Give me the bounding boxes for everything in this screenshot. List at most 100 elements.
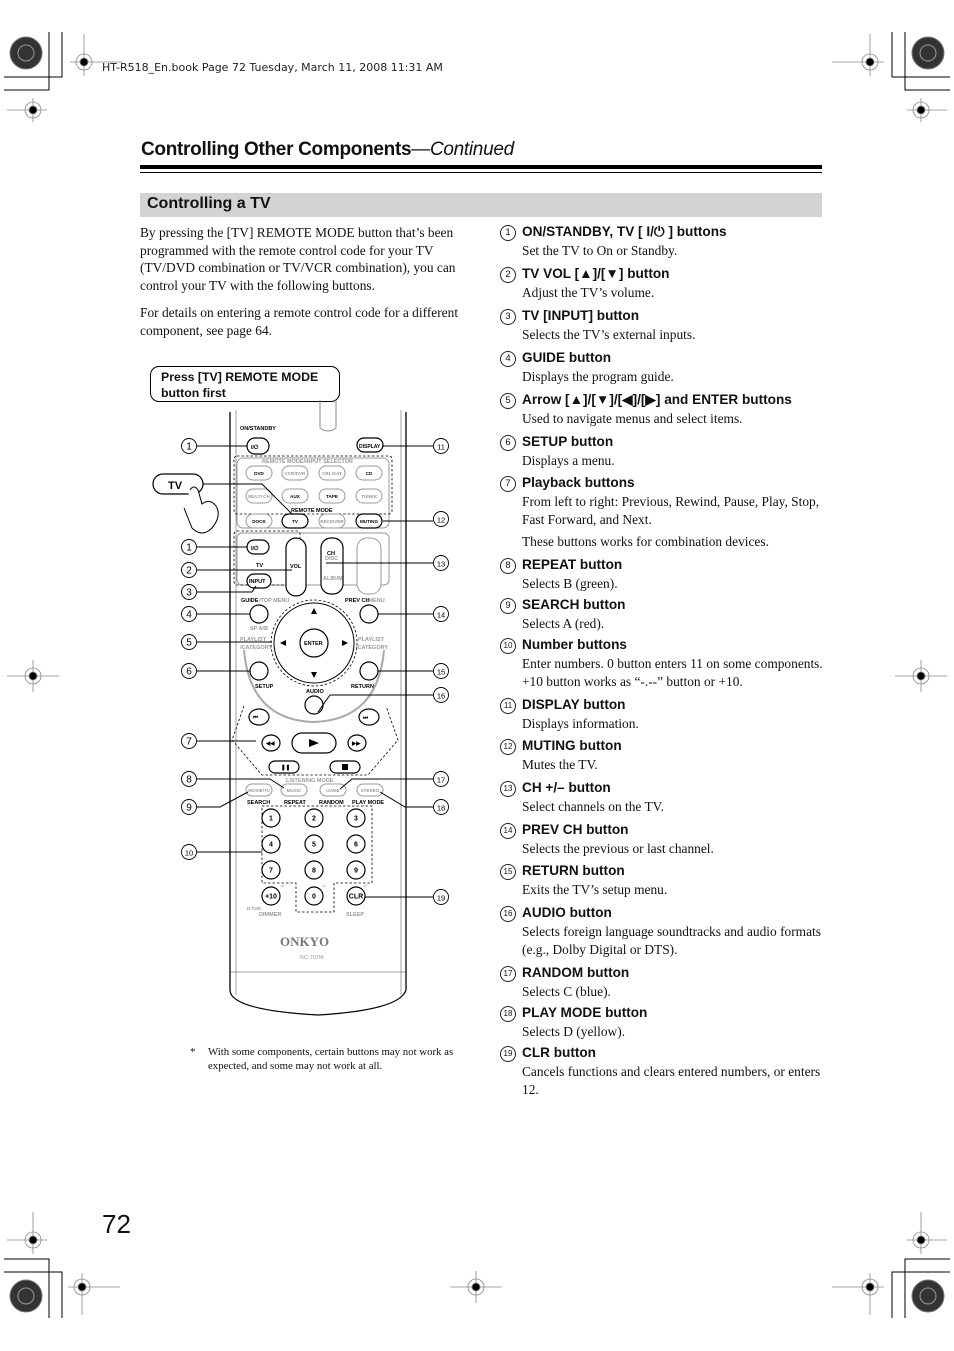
item-title: MUTING button (522, 738, 622, 753)
item-description: Select channels on the TV. (522, 799, 664, 814)
item-number: 4 (500, 351, 516, 367)
selector-button-label: CD (366, 471, 373, 476)
item-title: TV VOL [▲]/[▼] button (522, 266, 670, 281)
guide-button[interactable] (249, 604, 269, 624)
callout-number: 18 (437, 804, 445, 813)
stop-icon (342, 764, 348, 770)
item-number: 10 (500, 638, 516, 654)
item-title: PLAY MODE button (522, 1005, 648, 1020)
callout-number: 11 (437, 443, 445, 452)
sleep-label: SLEEP (346, 912, 364, 918)
tv-label: TV (256, 563, 263, 569)
item-title: Number buttons (522, 637, 627, 652)
number-sublabel: 12 (363, 883, 368, 888)
intro-paragraph-1: By pressing the [TV] REMOTE MODE button … (140, 225, 456, 293)
tv-power-icon: I/⏻ (251, 545, 259, 552)
prev-ch-label: PREV CH (345, 598, 369, 604)
section-continued: —Continued (411, 139, 514, 160)
item-number: 2 (500, 267, 516, 283)
callout-line-1: Press [TV] REMOTE MODE (161, 370, 319, 384)
item-description: Adjust the TV’s volume. (522, 285, 655, 300)
random-label: RANDOM (319, 800, 344, 806)
previous-button[interactable] (248, 708, 270, 726)
selector-group-label: REMOTE MODE/INPUT SELECTOR (262, 459, 353, 465)
listening-mode-label: LISTENING MODE (286, 778, 334, 784)
svg-text:◀◀: ◀◀ (265, 740, 275, 747)
item-title: PREV CH button (522, 822, 629, 837)
tv-button-label: TV (168, 480, 183, 492)
item-title: CH +/– button (522, 780, 611, 795)
item-number: 18 (500, 1006, 516, 1022)
play-mode-label: PLAY MODE (352, 800, 384, 806)
return-button[interactable] (359, 661, 379, 681)
callout-number: 14 (437, 611, 445, 620)
section-title: Controlling Other Components—Continued (141, 139, 514, 161)
item-title: Arrow [▲]/[▼]/[◀]/[▶] and ENTER buttons (522, 392, 792, 407)
item-title: REPEAT button (522, 557, 623, 572)
item-description: Cancels functions and clears entered num… (522, 1064, 821, 1097)
menu-label: /MENU (367, 598, 385, 604)
selector-button-label: TV (292, 519, 299, 524)
prev-ch-button[interactable] (359, 604, 379, 624)
item-title: RETURN button (522, 863, 625, 878)
item-description: Selects the TV’s external inputs. (522, 327, 696, 342)
page-number: 72 (102, 1209, 131, 1239)
item-description: Displays information. (522, 716, 639, 731)
item-description: Displays a menu. (522, 453, 615, 468)
ch-rocker[interactable] (320, 537, 344, 595)
item-description: Selects the previous or last channel. (522, 841, 714, 856)
item-number: 14 (500, 823, 516, 839)
item-number: 8 (500, 558, 516, 574)
callout-number: 4 (186, 610, 192, 621)
setup-button[interactable] (249, 661, 269, 681)
disc-label: DISC (325, 556, 338, 562)
power-icon: I/⏻ (251, 444, 259, 451)
callout-line-2: button first (161, 386, 226, 400)
callout-number: 12 (437, 516, 445, 525)
number-button-label: 3 (354, 816, 358, 823)
selector-buttons: DVD VCR/DVR CBL/SAT CD MULTI CH AUX TAPE TUNER D… (245, 465, 383, 529)
item-title: SEARCH button (522, 597, 626, 612)
playlist-label-right: PLAYLIST (358, 637, 385, 643)
item-number: 7 (500, 476, 516, 492)
callout-number: 17 (437, 776, 445, 785)
on-standby-label: ON/STANDBY (240, 426, 276, 432)
print-header: HT-R518_En.book Page 72 Tuesday, March 1… (102, 61, 443, 74)
svg-text:❚❚: ❚❚ (281, 764, 290, 771)
remote-mode-callout: Press [TV] REMOTE MODE button first (150, 366, 340, 402)
callout-number: 15 (437, 668, 445, 677)
audio-button[interactable] (304, 695, 324, 715)
item-title: DISPLAY button (522, 697, 626, 712)
listening-buttons: MOVIE/TV MUSIC GAME STEREO (245, 783, 384, 797)
callout-number: 3 (186, 588, 192, 599)
brand-logo: ONKYO (280, 934, 329, 949)
subsection-title: Controlling a TV (147, 195, 271, 212)
remote-illustration: .lbl { font-size:5.5px; font-weight:bold… (152, 400, 449, 1016)
next-button[interactable] (358, 708, 380, 726)
item-title: ON/STANDBY, TV [ I/⏻ ] buttons (522, 224, 727, 239)
main-vol-rocker[interactable] (356, 537, 382, 595)
guide-label: GUIDE (241, 598, 259, 604)
input-label: INPUT (249, 579, 266, 585)
item-number: 13 (500, 781, 516, 797)
item-description: Mutes the TV. (522, 757, 598, 772)
listening-mode-label: MUSIC (287, 788, 302, 793)
listening-mode-label: GAME (326, 788, 340, 793)
number-button-label: CLR (349, 894, 363, 901)
section-title-text: Controlling Other Components (141, 139, 412, 160)
display-label: DISPLAY (359, 444, 381, 450)
item-note: These buttons works for combination devi… (522, 534, 769, 549)
selector-button-label: DVD (254, 471, 264, 476)
item-number: 1 (500, 225, 516, 241)
svg-text:▶▶: ▶▶ (351, 740, 361, 747)
dimmer-label: DIMMER (259, 912, 281, 918)
svg-text:⏮: ⏮ (253, 715, 258, 721)
number-button-label: +10 (265, 894, 277, 901)
number-button-label: 5 (312, 842, 316, 849)
item-title: SETUP button (522, 434, 614, 449)
number-button-label: 0 (312, 894, 316, 901)
item-number: 5 (500, 393, 516, 409)
item-number: 19 (500, 1046, 516, 1062)
vol-label: VOL (290, 564, 302, 570)
callout-number: 9 (186, 803, 192, 814)
